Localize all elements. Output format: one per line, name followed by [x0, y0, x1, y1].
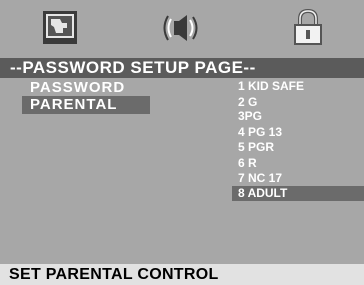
- rating-option-pg13[interactable]: 4 PG 13: [232, 126, 364, 138]
- rating-option-g[interactable]: 2 G: [232, 96, 364, 108]
- audio-setup-icon: [163, 15, 198, 41]
- rating-option-kid-safe[interactable]: 1 KID SAFE: [232, 80, 364, 92]
- general-setup-tab[interactable]: [40, 7, 80, 47]
- menu-item-password[interactable]: PASSWORD: [22, 79, 125, 97]
- lock-icon: [294, 8, 322, 45]
- general-setup-icon: [43, 11, 77, 44]
- rating-option-nc17[interactable]: 7 NC 17: [232, 172, 364, 184]
- page-title: --PASSWORD SETUP PAGE--: [0, 58, 364, 78]
- rating-option-pgr[interactable]: 5 PGR: [232, 141, 364, 153]
- password-setup-screen: --PASSWORD SETUP PAGE-- PASSWORD PARENTA…: [0, 0, 364, 285]
- rating-option-adult[interactable]: 8 ADULT: [232, 186, 364, 201]
- status-bar: SET PARENTAL CONTROL: [0, 264, 364, 285]
- audio-setup-tab[interactable]: [162, 7, 202, 47]
- rating-option-pg[interactable]: 3PG: [232, 110, 364, 122]
- menu-item-parental[interactable]: PARENTAL: [22, 96, 150, 114]
- rating-option-r[interactable]: 6 R: [232, 157, 364, 169]
- setup-tab-bar: [0, 0, 364, 58]
- password-setup-tab[interactable]: [288, 7, 328, 47]
